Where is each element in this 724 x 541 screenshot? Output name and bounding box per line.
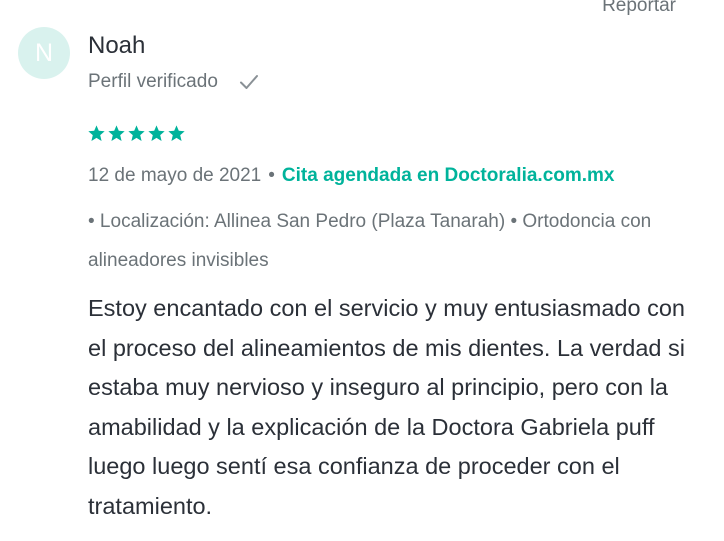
review-meta: 12 de mayo de 2021 • Cita agendada en Doct… xyxy=(88,164,615,188)
booking-label: Cita agendada en Doctoralia.com.mx xyxy=(281,165,615,186)
review-body: Estoy encantado con el servicio y muy en… xyxy=(88,295,685,519)
review-date: 12 de mayo de 2021 xyxy=(88,165,262,186)
star-icon xyxy=(167,124,186,143)
star-icon xyxy=(127,124,146,143)
bullet-separator: • xyxy=(268,165,275,186)
avatar-initial: N xyxy=(34,38,54,67)
review-card: Reportar N Noah Perfil verificado 12 de … xyxy=(0,0,724,541)
location-and-service: • Localización: Allinea San Pedro (Plaza… xyxy=(88,211,652,271)
star-rating xyxy=(87,124,186,143)
star-icon xyxy=(87,124,106,143)
verified-label: Perfil verificado xyxy=(88,71,218,92)
star-icon xyxy=(107,124,126,143)
avatar: N xyxy=(18,27,70,79)
check-icon xyxy=(238,71,260,93)
star-icon xyxy=(147,124,166,143)
report-link[interactable]: Reportar xyxy=(602,0,676,18)
verified-profile: Perfil verificado xyxy=(88,70,260,94)
author-name: Noah xyxy=(88,32,146,59)
